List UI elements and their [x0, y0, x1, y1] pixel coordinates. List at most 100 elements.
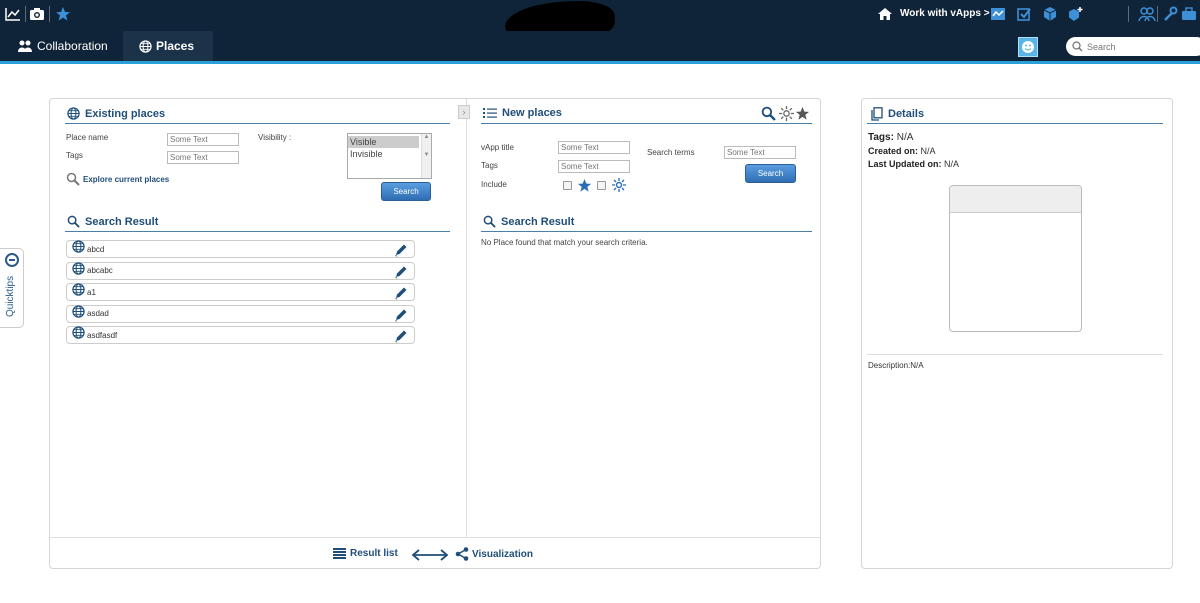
include-label: Include: [481, 180, 507, 189]
collapse-toggle[interactable]: ›: [458, 105, 470, 119]
section-underline: [481, 231, 812, 232]
briefcase-icon[interactable]: [1180, 5, 1198, 23]
details-updated-label: Last Updated on:: [868, 159, 942, 169]
work-with-vapps-link[interactable]: Work with vApps >: [900, 8, 990, 19]
details-description: Description:N/A: [868, 361, 924, 370]
new-tags-input[interactable]: [558, 160, 630, 173]
star-icon[interactable]: [54, 5, 72, 23]
global-search-input[interactable]: [1087, 41, 1197, 52]
top-toolbar: Work with vApps >: [0, 0, 1200, 48]
search-icon: [483, 215, 496, 228]
places-panel: › Existing places Place name Tags Visibi…: [49, 98, 821, 569]
toolbar-separator: [1157, 6, 1158, 22]
preview-header: [950, 186, 1081, 213]
list-item-label: abcd: [87, 244, 105, 254]
existing-places-title: Existing places: [85, 107, 166, 120]
vapp-title-label: vApp title: [481, 143, 514, 152]
section-underline: [65, 231, 450, 232]
search-terms-label: Search terms: [647, 148, 695, 157]
details-tags-label: Tags:: [868, 132, 894, 143]
list-item[interactable]: asdad: [66, 304, 415, 323]
globe-icon: [139, 39, 152, 53]
details-tags-value: N/A: [896, 132, 914, 143]
list-icon: [483, 108, 497, 118]
list-item-label: a1: [87, 287, 96, 297]
tab-places[interactable]: Places: [123, 31, 213, 61]
place-name-input[interactable]: [167, 133, 239, 146]
edit-icon[interactable]: [394, 308, 408, 327]
list-item[interactable]: abcabc: [66, 261, 415, 280]
home-icon[interactable]: [876, 5, 894, 23]
sparkle-icon: [612, 178, 626, 197]
existing-search-button[interactable]: Search: [381, 182, 431, 201]
vapp-title-input[interactable]: [558, 141, 630, 154]
include-favorites-checkbox[interactable]: [563, 181, 572, 190]
checkbox-icon[interactable]: [1015, 5, 1033, 23]
cube-plus-icon[interactable]: [1067, 5, 1085, 23]
visibility-option-visible[interactable]: Visible: [348, 136, 419, 148]
existing-result-title: Search Result: [85, 215, 159, 228]
edit-icon[interactable]: [394, 286, 408, 305]
wrench-icon[interactable]: [1161, 5, 1179, 23]
listbox-scrollbar[interactable]: ▲ ▼: [421, 134, 431, 178]
edit-icon[interactable]: [394, 265, 408, 284]
globe-icon: [72, 261, 85, 280]
line-chart-icon[interactable]: [4, 5, 22, 23]
globe-icon: [72, 326, 85, 344]
list-item[interactable]: abcd: [66, 240, 415, 258]
existing-tags-input[interactable]: [167, 151, 239, 164]
result-list-label: Result list: [350, 548, 398, 559]
toolbar-separator: [1128, 6, 1129, 22]
search-terms-input[interactable]: [724, 146, 796, 159]
list-item-label: asdfasdf: [87, 330, 118, 340]
search-icon: [1072, 41, 1083, 52]
user-avatar[interactable]: [1018, 37, 1038, 57]
visualization-label: Visualization: [472, 548, 533, 560]
list-item[interactable]: a1: [66, 283, 415, 302]
details-created-label: Created on:: [868, 146, 919, 156]
new-search-button[interactable]: Search: [745, 164, 796, 183]
tab-collaboration[interactable]: Collaboration: [2, 31, 124, 61]
globe-icon: [72, 305, 85, 323]
people-icon[interactable]: [1138, 5, 1156, 23]
visibility-select[interactable]: Visible Invisible ▲ ▼: [347, 133, 432, 179]
cube-icon[interactable]: [1041, 5, 1059, 23]
details-header: Details: [871, 107, 924, 121]
camera-icon[interactable]: [28, 5, 46, 23]
search-icon: [67, 215, 80, 228]
result-list-link[interactable]: Result list: [333, 548, 398, 559]
dashboard-icon[interactable]: [989, 5, 1007, 23]
quicktips-icon: [5, 253, 19, 267]
details-divider: [867, 354, 1163, 355]
details-tags: Tags: N/A: [868, 132, 913, 143]
users-icon: [18, 40, 32, 52]
globe-icon: [72, 283, 85, 301]
main-navbar: Collaboration Places: [0, 31, 1200, 64]
section-underline: [481, 123, 812, 124]
existing-places-header: Existing places: [67, 107, 165, 120]
tab-places-label: Places: [156, 39, 195, 53]
share-nodes-icon: [455, 547, 469, 561]
place-name-label: Place name: [66, 133, 109, 142]
quicktips-label: Quicktips: [5, 275, 16, 317]
explore-current-places-link[interactable]: Explore current places: [66, 172, 169, 186]
edit-icon[interactable]: [394, 243, 408, 262]
no-result-message: No Place found that match your search cr…: [481, 238, 648, 247]
visibility-option-invisible[interactable]: Invisible: [348, 148, 431, 160]
quicktips-tab[interactable]: Quicktips: [0, 248, 24, 328]
swap-arrow-icon[interactable]: [411, 548, 449, 566]
list-item-label: abcabc: [87, 266, 113, 276]
smiley-icon: [1022, 41, 1034, 53]
visibility-label: Visibility :: [258, 133, 292, 142]
list-item[interactable]: asdfasdf: [66, 326, 415, 345]
include-new-checkbox[interactable]: [597, 181, 606, 190]
section-underline: [867, 123, 1163, 124]
details-updated: Last Updated on: N/A: [868, 159, 959, 169]
star-icon: [577, 178, 592, 198]
visualization-link[interactable]: Visualization: [455, 547, 533, 561]
existing-result-header: Search Result: [67, 215, 158, 228]
edit-icon[interactable]: [394, 329, 408, 348]
panel-divider: [466, 99, 467, 537]
tab-collaboration-label: Collaboration: [37, 39, 108, 53]
preview-thumbnail: [949, 185, 1082, 332]
